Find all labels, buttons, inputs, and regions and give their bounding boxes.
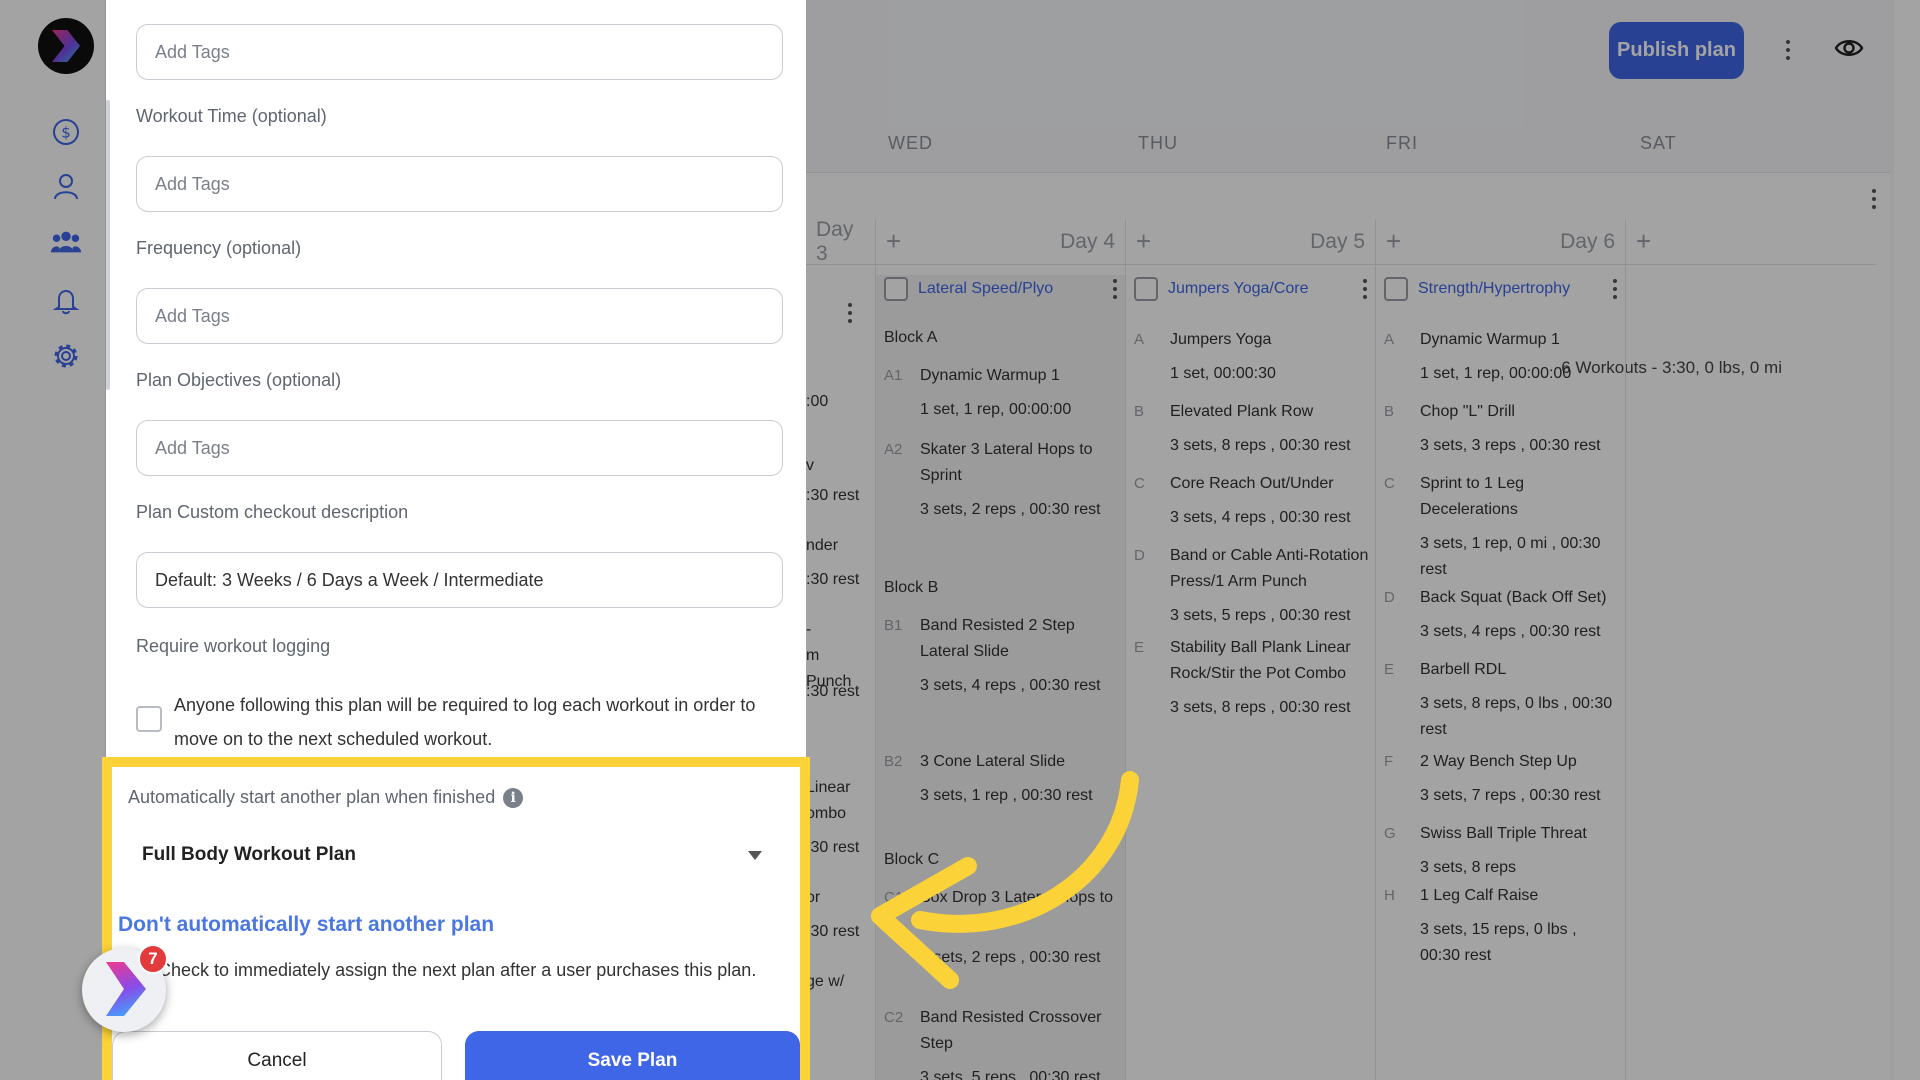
tags-input[interactable]: Add Tags	[136, 24, 783, 80]
objectives-label: Plan Objectives (optional)	[136, 370, 342, 390]
immediate-assign-text: Check to immediately assign the next pla…	[158, 960, 757, 980]
frequency-input[interactable]: Add Tags	[136, 288, 783, 344]
checkout-description-input[interactable]: Default: 3 Weeks / 6 Days a Week / Inter…	[136, 552, 783, 608]
auto-start-label-text: Automatically start another plan when fi…	[128, 787, 496, 807]
workout-time-input[interactable]: Add Tags	[136, 156, 783, 212]
dont-auto-start-link[interactable]: Don't automatically start another plan	[118, 913, 494, 937]
help-widget-button[interactable]: 7	[82, 944, 168, 1032]
require-logging-label: Require workout logging	[136, 636, 331, 656]
save-plan-button[interactable]: Save Plan	[465, 1031, 800, 1080]
checkout-description-label: Plan Custom checkout description	[136, 502, 409, 522]
objectives-input[interactable]: Add Tags	[136, 420, 783, 476]
next-plan-selected: Full Body Workout Plan	[142, 844, 356, 865]
widget-logo-icon	[106, 962, 146, 1016]
panel-scrollbar[interactable]	[106, 100, 110, 390]
info-icon[interactable]: i	[503, 787, 524, 808]
dropdown-caret-icon	[748, 851, 762, 860]
require-logging-checkbox[interactable]	[136, 706, 162, 732]
cancel-button[interactable]: Cancel	[112, 1031, 442, 1080]
require-logging-text: Anyone following this plan will be requi…	[174, 695, 756, 749]
workout-time-label: Workout Time (optional)	[136, 106, 327, 126]
frequency-label: Frequency (optional)	[136, 238, 302, 258]
auto-start-section: Automatically start another plan when fi…	[102, 757, 810, 1080]
annotation-arrow-icon	[871, 771, 1139, 989]
auto-start-label: Automatically start another plan when fi…	[128, 787, 524, 808]
next-plan-select[interactable]: Full Body Workout Plan	[128, 825, 776, 885]
notification-badge: 7	[138, 944, 168, 974]
